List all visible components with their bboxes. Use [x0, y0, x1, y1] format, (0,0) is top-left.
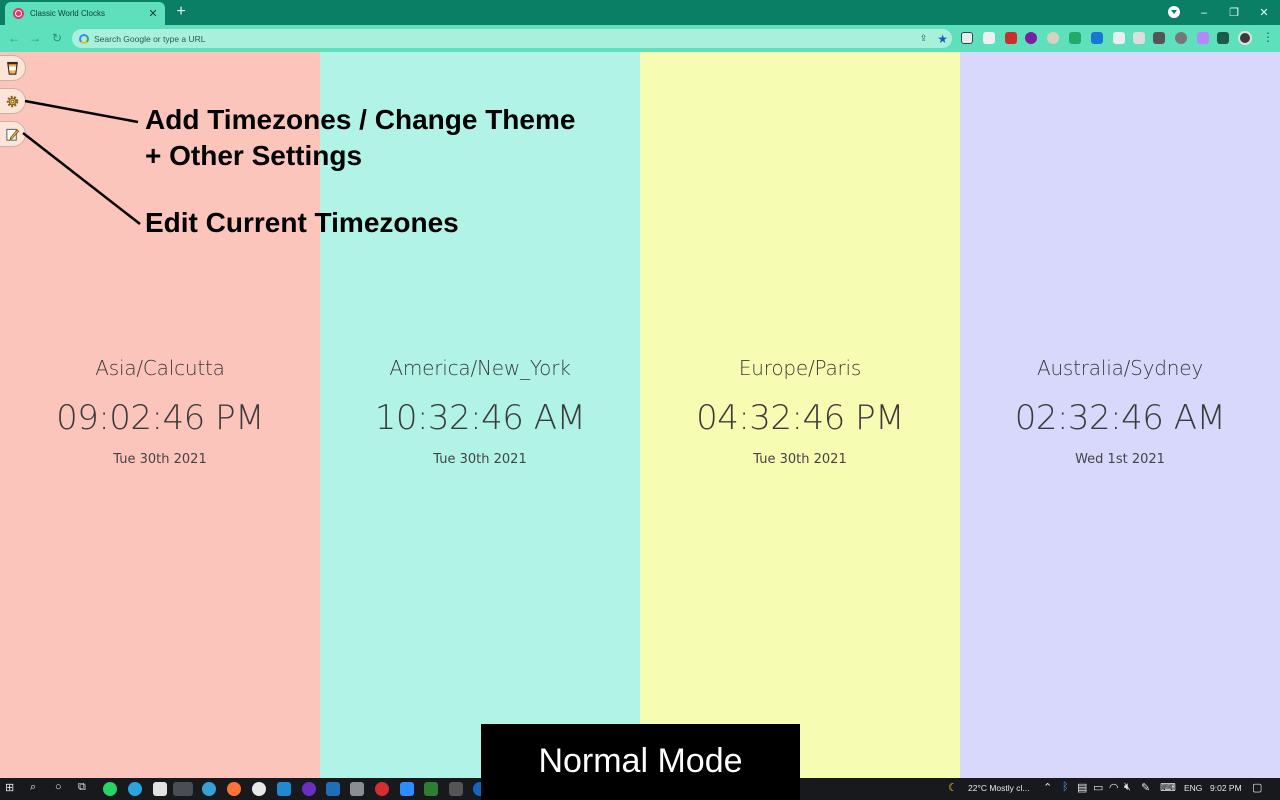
address-bar[interactable]: Search Google or type a URL ⇪ ★: [72, 29, 952, 48]
taskbar-clock[interactable]: 9:02 PM: [1210, 783, 1242, 793]
extension-icon[interactable]: [1197, 32, 1209, 44]
extension-icon[interactable]: [1175, 32, 1187, 44]
extension-icon[interactable]: [961, 32, 973, 44]
extension-icon[interactable]: [1091, 32, 1103, 44]
close-window-button[interactable]: ✕: [1248, 0, 1280, 25]
language-indicator[interactable]: ENG: [1184, 783, 1202, 793]
timezone-name: America/New_York: [389, 356, 571, 380]
timezone-date: Tue 30th 2021: [433, 452, 527, 467]
reload-icon[interactable]: ↻: [49, 30, 65, 46]
forward-icon[interactable]: →: [27, 30, 43, 46]
task-view-icon[interactable]: ⧉: [78, 781, 86, 794]
windows-start-icon[interactable]: ⊞: [5, 781, 14, 794]
timezone-date: Tue 30th 2021: [753, 452, 847, 467]
app-icon[interactable]: [302, 782, 316, 796]
tab-classic-world-clocks[interactable]: Classic World Clocks ✕: [5, 2, 165, 25]
search-icon[interactable]: ⌕: [30, 781, 36, 794]
extension-icon[interactable]: [1025, 32, 1037, 44]
notes-icon[interactable]: ▤: [1077, 781, 1087, 794]
extension-icon[interactable]: [1113, 32, 1125, 44]
record-icon[interactable]: [375, 782, 389, 796]
app-favicon-icon: [13, 8, 24, 19]
mode-banner: Normal Mode: [481, 724, 800, 800]
google-icon: [79, 33, 89, 44]
extension-icon[interactable]: [1005, 32, 1017, 44]
chrome-active-icon[interactable]: [173, 782, 193, 796]
wifi-icon[interactable]: ◠: [1109, 781, 1119, 794]
extension-icon[interactable]: [1133, 32, 1145, 44]
extension-icon[interactable]: [1047, 32, 1059, 44]
clock-column-4: Australia/Sydney 02:32:46 AM Wed 1st 202…: [960, 52, 1280, 778]
tab-search-icon[interactable]: [1168, 6, 1180, 18]
firefox-icon[interactable]: [227, 782, 241, 796]
edit-annotation: Edit Current Timezones: [145, 207, 459, 238]
app-icon[interactable]: [449, 782, 463, 796]
kebab-menu-icon[interactable]: ⋮: [1262, 31, 1274, 43]
extension-icon[interactable]: [1069, 32, 1081, 44]
new-tab-button[interactable]: +: [172, 3, 190, 21]
tab-title: Classic World Clocks: [30, 9, 105, 18]
address-bar-placeholder[interactable]: Search Google or type a URL: [94, 34, 920, 44]
vscode-icon[interactable]: [277, 782, 291, 796]
clock-column-3: Europe/Paris 04:32:46 PM Tue 30th 2021: [640, 52, 960, 778]
timezone-time: 10:32:46 AM: [374, 398, 586, 438]
browser-toolbar: ← → ↻ Search Google or type a URL ⇪ ★ ⋮: [0, 25, 1280, 52]
weather-text[interactable]: 22°C Mostly cl...: [968, 783, 1030, 793]
bookmark-star-icon[interactable]: ★: [937, 32, 948, 46]
app-icon[interactable]: [153, 782, 167, 796]
tab-close-icon[interactable]: ✕: [147, 7, 159, 20]
weather-moon-icon: ☾: [948, 782, 958, 794]
pen-icon[interactable]: ✎: [1141, 781, 1150, 794]
puzzle-icon[interactable]: [1217, 32, 1229, 44]
restore-button[interactable]: ❐: [1218, 0, 1250, 25]
whatsapp-icon[interactable]: [103, 782, 117, 796]
bluetooth-icon[interactable]: ᛒ: [1062, 781, 1069, 793]
profile-avatar[interactable]: [1238, 31, 1252, 45]
edge-icon[interactable]: [202, 782, 216, 796]
app-icon[interactable]: [424, 782, 438, 796]
chrome-icon[interactable]: [252, 782, 266, 796]
cortana-icon[interactable]: ○: [55, 781, 62, 793]
timezone-time: 04:32:46 PM: [696, 398, 904, 438]
zoom-icon[interactable]: [400, 782, 414, 796]
notification-icon[interactable]: ▢: [1252, 781, 1262, 794]
timezone-name: Asia/Calcutta: [95, 356, 225, 380]
settings-annotation-line1: Add Timezones / Change Theme: [145, 104, 576, 135]
settings-annotation: Add Timezones / Change Theme + Other Set…: [145, 102, 575, 174]
timezone-name: Europe/Paris: [738, 356, 862, 380]
settings-annotation-line2: + Other Settings: [145, 140, 363, 171]
extension-icon[interactable]: [983, 32, 995, 44]
chevron-up-icon[interactable]: ⌃: [1043, 781, 1052, 794]
calculator-icon[interactable]: [350, 782, 364, 796]
telegram-icon[interactable]: [128, 782, 142, 796]
timezone-time: 02:32:46 AM: [1014, 398, 1226, 438]
back-icon[interactable]: ←: [6, 30, 22, 46]
timezone-date: Wed 1st 2021: [1075, 452, 1165, 467]
timezone-name: Australia/Sydney: [1036, 356, 1204, 380]
browser-tab-bar: Classic World Clocks ✕ + – ❐ ✕: [0, 0, 1280, 25]
keyboard-icon[interactable]: ⌨: [1160, 781, 1176, 794]
share-icon[interactable]: ⇪: [920, 33, 928, 44]
battery-icon[interactable]: ▭: [1093, 781, 1103, 794]
extension-icon[interactable]: [1153, 32, 1165, 44]
app-icon[interactable]: [326, 782, 340, 796]
minimize-button[interactable]: –: [1188, 0, 1220, 25]
timezone-time: 09:02:46 PM: [56, 398, 264, 438]
timezone-date: Tue 30th 2021: [113, 452, 207, 467]
volume-muted-icon[interactable]: 🔇︎: [1124, 781, 1131, 794]
